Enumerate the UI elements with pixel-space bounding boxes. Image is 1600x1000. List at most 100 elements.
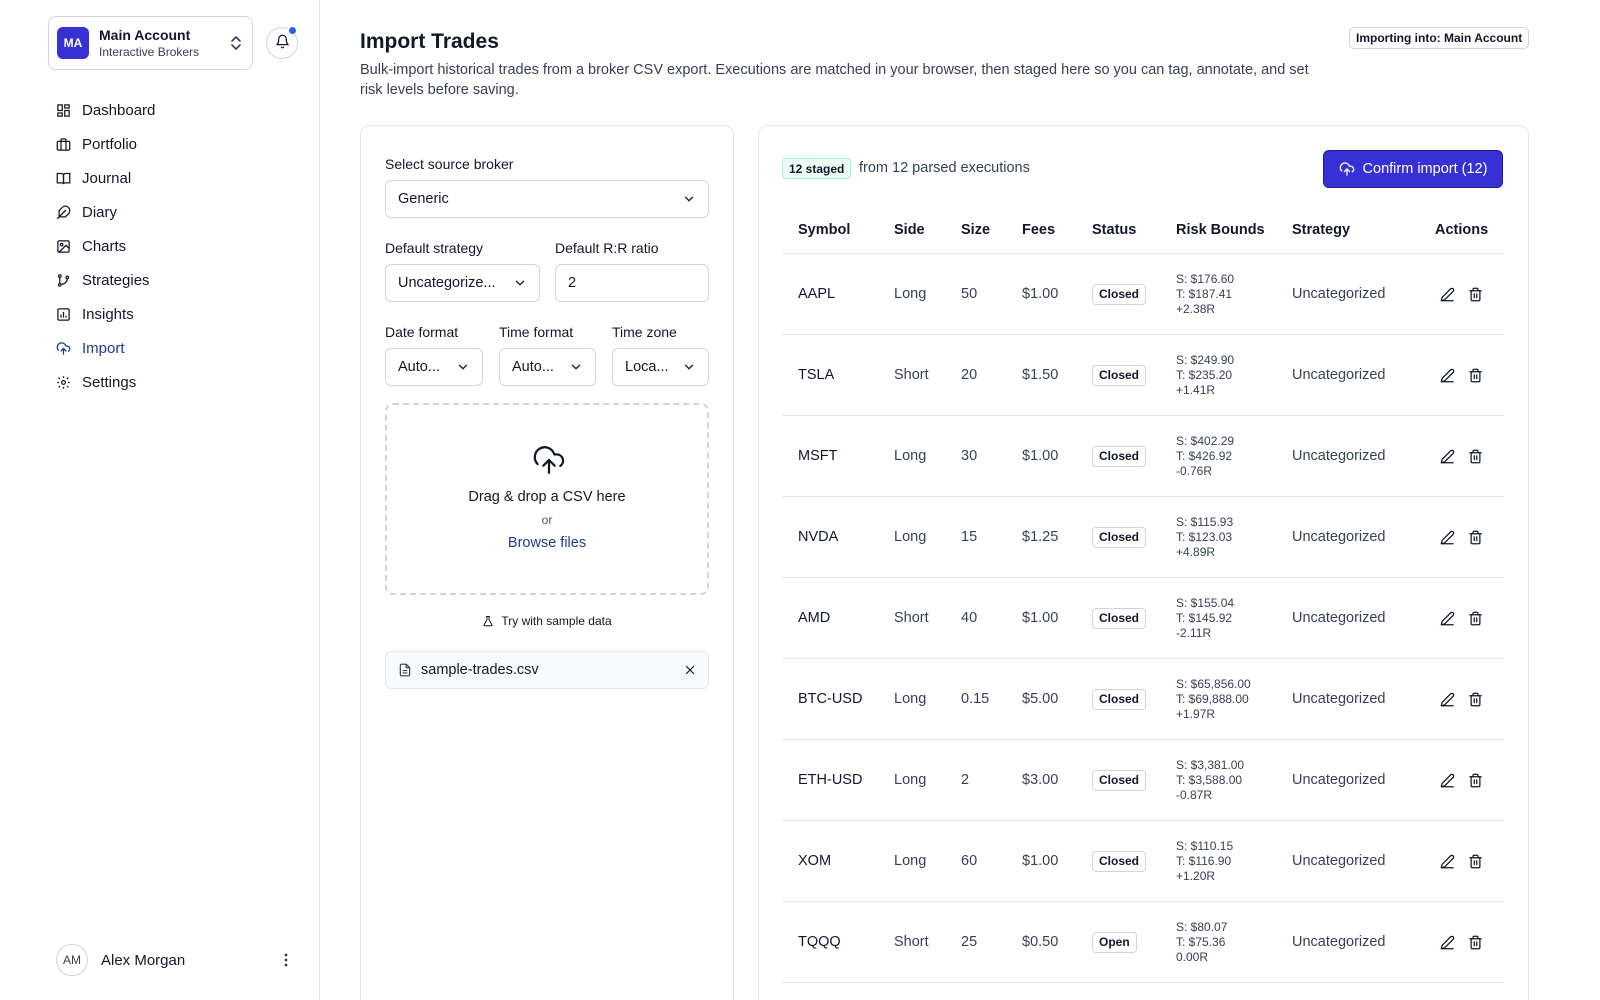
table-row: XOM Long 60 $1.00 Closed S: $110.15 T: $116.90… xyxy=(782,821,1504,902)
status-badge: Closed xyxy=(1092,688,1147,710)
broker-select[interactable]: Generic xyxy=(385,180,709,218)
pencil-icon[interactable] xyxy=(1440,368,1455,383)
nav-item-settings[interactable]: Settings xyxy=(48,365,288,399)
staged-summary: from 12 parsed executions xyxy=(859,160,1030,176)
user-profile[interactable]: AM Alex Morgan xyxy=(56,944,296,976)
trash-icon[interactable] xyxy=(1468,611,1483,626)
sample-data-button[interactable]: Try with sample data xyxy=(361,614,733,628)
nav-item-portfolio[interactable]: Portfolio xyxy=(48,127,288,161)
strategy-label: Default strategy xyxy=(385,240,484,256)
cell-risk-bounds: S: $115.93 T: $123.03 +4.89R xyxy=(1176,497,1233,577)
page-title: Import Trades xyxy=(360,30,499,53)
trash-icon[interactable] xyxy=(1468,935,1483,950)
cell-strategy[interactable]: Uncategorized xyxy=(1292,740,1386,820)
cell-strategy[interactable]: Uncategorized xyxy=(1292,659,1386,739)
staged-count-badge: 12 staged xyxy=(782,158,852,179)
cell-size: 50 xyxy=(961,286,978,302)
pencil-icon[interactable] xyxy=(1440,449,1455,464)
briefcase-icon xyxy=(56,137,71,151)
date-format-label: Date format xyxy=(385,324,459,340)
trash-icon[interactable] xyxy=(1468,854,1483,869)
time-format-select[interactable]: Auto... xyxy=(499,348,596,386)
nav-item-journal[interactable]: Journal xyxy=(48,161,288,195)
trash-icon[interactable] xyxy=(1468,773,1483,788)
trash-icon[interactable] xyxy=(1468,449,1483,464)
cell-fees: $1.00 xyxy=(1022,853,1059,869)
page-description: Bulk-import historical trades from a bro… xyxy=(360,62,1309,98)
cell-actions xyxy=(1440,497,1496,577)
trash-icon[interactable] xyxy=(1468,530,1483,545)
cell-actions xyxy=(1440,902,1496,982)
confirm-import-button[interactable]: Confirm import (12) xyxy=(1323,150,1503,188)
cell-side: Long xyxy=(894,529,927,545)
cell-strategy[interactable]: Uncategorized xyxy=(1292,578,1386,658)
nav-item-insights[interactable]: Insights xyxy=(48,297,288,331)
nav-item-import[interactable]: Import xyxy=(48,331,288,365)
col-status: Status xyxy=(1092,222,1137,238)
cell-size: 60 xyxy=(961,853,978,869)
rr-input[interactable]: 2 xyxy=(555,264,709,302)
rr-label: Default R:R ratio xyxy=(555,240,659,256)
date-format-value: Auto... xyxy=(398,359,440,375)
r-multiple: -0.87R xyxy=(1176,787,1213,802)
rr-input-value: 2 xyxy=(568,275,577,291)
table-row: TSLA Short 20 $1.50 Closed S: $249.90 T: $235.… xyxy=(782,335,1504,416)
notifications-button[interactable] xyxy=(266,26,298,59)
trash-icon[interactable] xyxy=(1468,368,1483,383)
table-row: BTC-USD Long 0.15 $5.00 Closed S: $65,856.00 T… xyxy=(782,659,1504,740)
cell-status: Closed xyxy=(1092,416,1147,496)
pencil-icon[interactable] xyxy=(1440,530,1455,545)
cell-strategy[interactable]: Uncategorized xyxy=(1292,254,1386,334)
browse-files-link[interactable]: Browse files xyxy=(387,535,707,551)
nav-item-diary[interactable]: Diary xyxy=(48,195,288,229)
staged-trades-card: 12 staged from 12 parsed executions Conf… xyxy=(758,125,1529,1000)
pencil-icon[interactable] xyxy=(1440,773,1455,788)
cell-strategy[interactable]: Uncategorized xyxy=(1292,335,1386,415)
pencil-icon[interactable] xyxy=(1440,692,1455,707)
target-price: T: $116.90 xyxy=(1176,853,1232,868)
target-price: T: $145.92 xyxy=(1176,610,1233,625)
table-header: Symbol Side Size Fees Status Risk Bounds… xyxy=(782,206,1504,254)
cell-strategy[interactable]: Uncategorized xyxy=(1292,821,1386,901)
time-format-value: Auto... xyxy=(512,359,554,375)
cell-fees: $1.00 xyxy=(1022,286,1059,302)
cell-strategy[interactable]: Uncategorized xyxy=(1292,416,1386,496)
csv-dropzone[interactable]: Drag & drop a CSV here or Browse files xyxy=(385,403,709,595)
user-name: Alex Morgan xyxy=(101,951,186,969)
strategy-select[interactable]: Uncategorize... xyxy=(385,264,540,302)
time-zone-select[interactable]: Loca... xyxy=(612,348,709,386)
account-name: Main Account xyxy=(99,27,191,43)
cell-side: Long xyxy=(894,286,927,302)
pencil-icon[interactable] xyxy=(1440,611,1455,626)
close-icon[interactable] xyxy=(684,664,696,676)
cell-side: Short xyxy=(894,934,929,950)
cell-fees: $1.00 xyxy=(1022,610,1059,626)
pencil-icon[interactable] xyxy=(1440,287,1455,302)
nav-item-strategies[interactable]: Strategies xyxy=(48,263,288,297)
file-icon xyxy=(399,663,411,677)
more-vertical-icon[interactable] xyxy=(276,950,296,970)
table-row: AMD Short 40 $1.00 Closed S: $155.04 T: $145.9… xyxy=(782,578,1504,659)
account-avatar: MA xyxy=(57,27,89,59)
r-multiple: +4.89R xyxy=(1176,544,1216,559)
pencil-icon[interactable] xyxy=(1440,854,1455,869)
sidebar: MA Main Account Interactive Brokers Dash… xyxy=(0,0,320,1000)
chevron-down-icon xyxy=(684,196,694,202)
nav-item-charts[interactable]: Charts xyxy=(48,229,288,263)
trash-icon[interactable] xyxy=(1468,692,1483,707)
stop-price: S: $155.04 xyxy=(1176,595,1235,610)
pencil-icon[interactable] xyxy=(1440,935,1455,950)
cell-actions xyxy=(1440,821,1496,901)
r-multiple: -0.76R xyxy=(1176,463,1213,478)
nav-item-dashboard[interactable]: Dashboard xyxy=(48,93,288,127)
cell-size: 0.15 xyxy=(961,691,990,707)
account-switcher[interactable]: MA Main Account Interactive Brokers xyxy=(48,16,253,70)
cell-strategy[interactable]: Uncategorized xyxy=(1292,497,1386,577)
broker-label: Select source broker xyxy=(385,156,514,172)
cell-strategy[interactable]: Uncategorized xyxy=(1292,902,1386,982)
date-format-select[interactable]: Auto... xyxy=(385,348,483,386)
trash-icon[interactable] xyxy=(1468,287,1483,302)
status-badge: Closed xyxy=(1092,364,1147,386)
cell-actions xyxy=(1440,578,1496,658)
cell-symbol: TSLA xyxy=(798,367,835,383)
